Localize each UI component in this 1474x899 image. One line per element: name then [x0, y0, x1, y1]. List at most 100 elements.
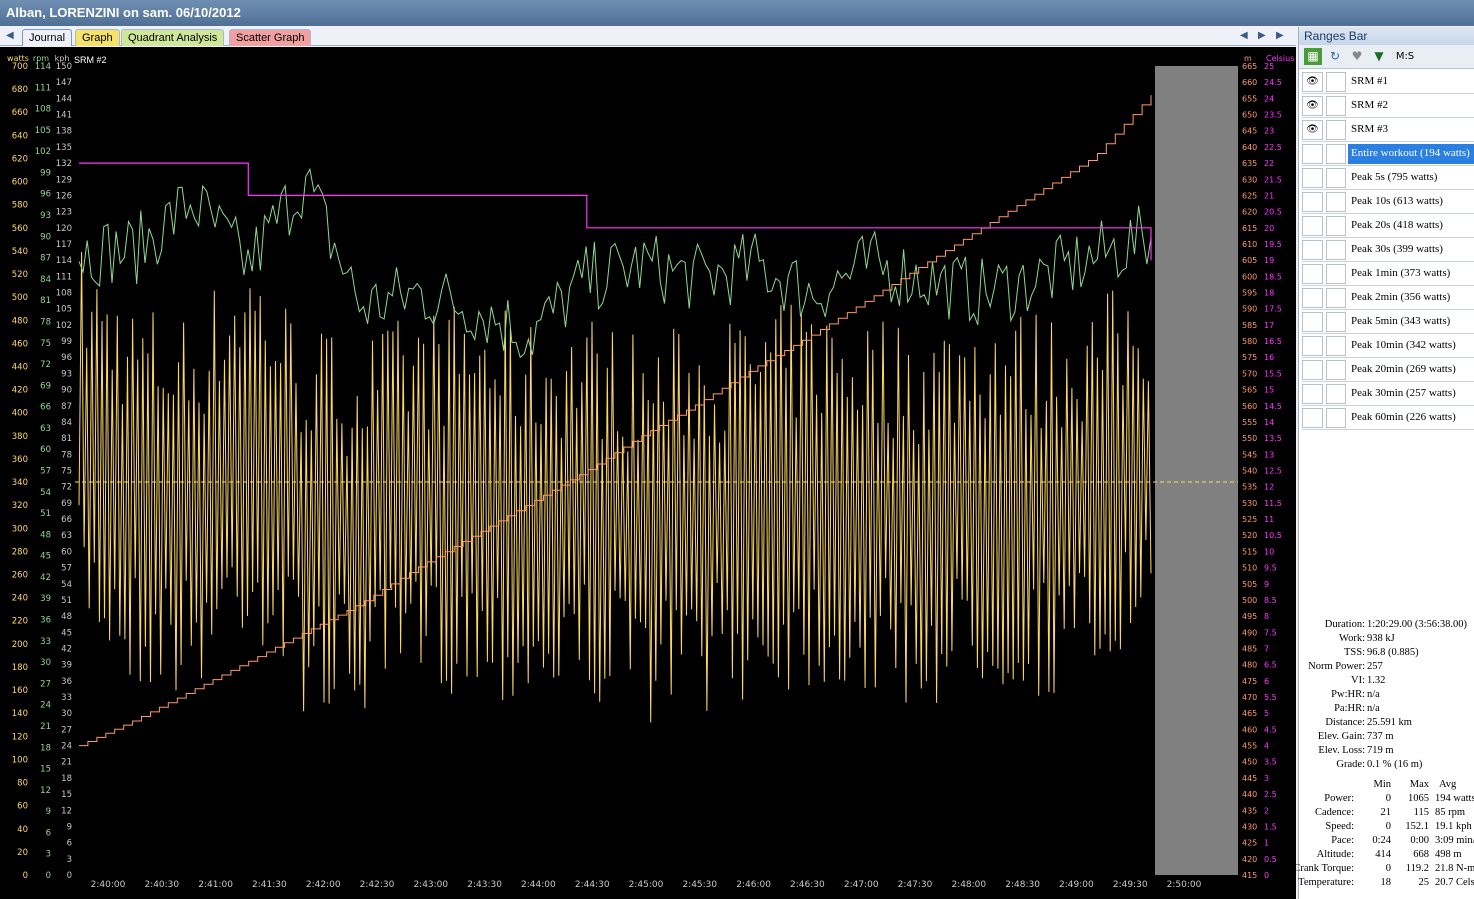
axis-tick-label: 4.5 — [1264, 725, 1277, 734]
stat-label: Work: — [1339, 633, 1365, 644]
axis-tick-label: 27 — [40, 679, 51, 689]
range-label[interactable]: Peak 20s (418 watts) — [1348, 216, 1474, 236]
prev-page-icon[interactable]: ◀ — [1240, 30, 1248, 41]
axis-tick-label: 3 — [1264, 774, 1269, 783]
tab-quadrant-analysis[interactable]: Quadrant Analysis — [121, 29, 225, 46]
axis-tick-label: 160 — [12, 686, 28, 696]
range-label[interactable]: Peak 2min (356 watts) — [1348, 288, 1474, 308]
stats-cell-avg: 85 rpm — [1435, 807, 1466, 818]
workout-graph[interactable]: SRM #2 watts 0 20 40 60 80 100 120 140 160 180 200 22… — [0, 47, 1296, 899]
range-item[interactable]: Peak 10min (342 watts) — [1302, 334, 1474, 358]
visibility-toggle[interactable] — [1302, 264, 1323, 284]
stats-cell-max: 25 — [1418, 877, 1430, 888]
visibility-toggle[interactable] — [1302, 288, 1323, 308]
stat-row: Work: 938 kJ — [1299, 633, 1474, 647]
range-item[interactable]: Peak 20s (418 watts) — [1302, 214, 1474, 238]
range-item[interactable]: 👁 SRM #3 — [1302, 118, 1474, 142]
range-checkbox[interactable] — [1326, 288, 1346, 308]
tab-graph[interactable]: Graph — [75, 29, 120, 46]
axis-tick-label: 84 — [61, 418, 72, 428]
visibility-toggle[interactable] — [1302, 360, 1323, 380]
visibility-toggle[interactable] — [1302, 336, 1323, 356]
tab-journal[interactable]: Journal — [22, 29, 73, 46]
range-item[interactable]: Peak 5min (343 watts) — [1302, 310, 1474, 334]
visibility-toggle[interactable] — [1302, 384, 1323, 404]
range-item[interactable]: Peak 2min (356 watts) — [1302, 286, 1474, 310]
axis-tick-label: 600 — [1242, 272, 1257, 281]
eye-icon[interactable]: 👁 — [1302, 72, 1323, 92]
range-checkbox[interactable] — [1326, 408, 1346, 428]
range-label[interactable]: Peak 10min (342 watts) — [1348, 336, 1474, 356]
range-label[interactable]: Entire workout (194 watts) — [1348, 144, 1474, 164]
range-label[interactable]: Peak 30min (257 watts) — [1348, 384, 1474, 404]
x-tick-label: 2:48:30 — [1005, 880, 1040, 890]
stats-cell-avg: 194 watts — [1435, 793, 1474, 804]
range-label[interactable]: SRM #3 — [1348, 120, 1474, 140]
visibility-toggle[interactable] — [1302, 216, 1323, 236]
range-label[interactable]: Peak 30s (399 watts) — [1348, 240, 1474, 260]
range-checkbox[interactable] — [1326, 192, 1346, 212]
range-item[interactable]: Peak 30min (257 watts) — [1302, 382, 1474, 406]
stats-cell-k: Altitude: — [1316, 849, 1354, 860]
range-item[interactable]: Entire workout (194 watts) — [1302, 142, 1474, 166]
range-item[interactable]: Peak 30s (399 watts) — [1302, 238, 1474, 262]
axis-tick-label: 14 — [1264, 418, 1274, 427]
range-checkbox[interactable] — [1326, 360, 1346, 380]
range-checkbox[interactable] — [1326, 384, 1346, 404]
range-item[interactable]: Peak 20min (269 watts) — [1302, 358, 1474, 382]
range-label[interactable]: SRM #1 — [1348, 72, 1474, 92]
axis-tick-label: 565 — [1242, 386, 1257, 395]
axis-tick-label: 2.5 — [1264, 790, 1277, 799]
next-page-icon[interactable]: ▶ — [1258, 30, 1266, 41]
range-checkbox[interactable] — [1326, 120, 1346, 140]
refresh-icon[interactable]: ↻ — [1326, 48, 1344, 65]
filter-icon[interactable]: ▼ — [1370, 48, 1388, 65]
visibility-toggle[interactable] — [1302, 192, 1323, 212]
visibility-toggle[interactable] — [1302, 312, 1323, 332]
range-checkbox[interactable] — [1326, 96, 1346, 116]
range-checkbox[interactable] — [1326, 264, 1346, 284]
axis-tick-label: 75 — [40, 339, 51, 349]
range-checkbox[interactable] — [1326, 312, 1346, 332]
last-page-icon[interactable]: ▶ — [1276, 30, 1284, 41]
range-item[interactable]: Peak 10s (613 watts) — [1302, 190, 1474, 214]
range-label[interactable]: Peak 10s (613 watts) — [1348, 192, 1474, 212]
range-label[interactable]: Peak 5min (343 watts) — [1348, 312, 1474, 332]
graph-canvas[interactable]: SRM #2watts02040608010012014016018020022… — [0, 47, 1296, 899]
visibility-toggle[interactable] — [1302, 168, 1323, 188]
time-format-toggle[interactable]: M:S — [1391, 48, 1419, 65]
range-checkbox[interactable] — [1326, 336, 1346, 356]
range-item[interactable]: Peak 1min (373 watts) — [1302, 262, 1474, 286]
axis-tick-label: 460 — [1242, 725, 1257, 734]
first-page-icon[interactable]: ◀ — [6, 30, 14, 41]
eye-icon[interactable]: 👁 — [1302, 120, 1323, 140]
chart-icon[interactable]: ▦ — [1304, 48, 1322, 65]
range-label[interactable]: Peak 20min (269 watts) — [1348, 360, 1474, 380]
range-label[interactable]: SRM #2 — [1348, 96, 1474, 116]
range-label[interactable]: Peak 1min (373 watts) — [1348, 264, 1474, 284]
axis-tick-label: 440 — [1242, 790, 1257, 799]
axis-tick-label: 15.5 — [1264, 369, 1282, 378]
range-checkbox[interactable] — [1326, 72, 1346, 92]
range-item[interactable]: Peak 60min (226 watts) — [1302, 406, 1474, 430]
range-label[interactable]: Peak 60min (226 watts) — [1348, 408, 1474, 428]
range-checkbox[interactable] — [1326, 216, 1346, 236]
eye-icon[interactable]: 👁 — [1302, 96, 1323, 116]
visibility-toggle[interactable] — [1302, 144, 1323, 164]
range-checkbox[interactable] — [1326, 240, 1346, 260]
axis-tick-label: 440 — [12, 362, 28, 372]
range-item[interactable]: 👁 SRM #1 — [1302, 70, 1474, 94]
tab-scatter-graph[interactable]: Scatter Graph — [229, 29, 312, 46]
range-checkbox[interactable] — [1326, 168, 1346, 188]
axis-tick-label: 4 — [1264, 742, 1269, 751]
visibility-toggle[interactable] — [1302, 408, 1323, 428]
axis-tick-label: 15 — [1264, 386, 1274, 395]
range-item[interactable]: Peak 5s (795 watts) — [1302, 166, 1474, 190]
range-item[interactable]: 👁 SRM #2 — [1302, 94, 1474, 118]
range-label[interactable]: Peak 5s (795 watts) — [1348, 168, 1474, 188]
axis-tick-label: 39 — [61, 661, 72, 671]
range-checkbox[interactable] — [1326, 144, 1346, 164]
heart-icon[interactable]: ♥ — [1348, 48, 1366, 65]
axis-tick-label: 21 — [40, 722, 51, 732]
visibility-toggle[interactable] — [1302, 240, 1323, 260]
